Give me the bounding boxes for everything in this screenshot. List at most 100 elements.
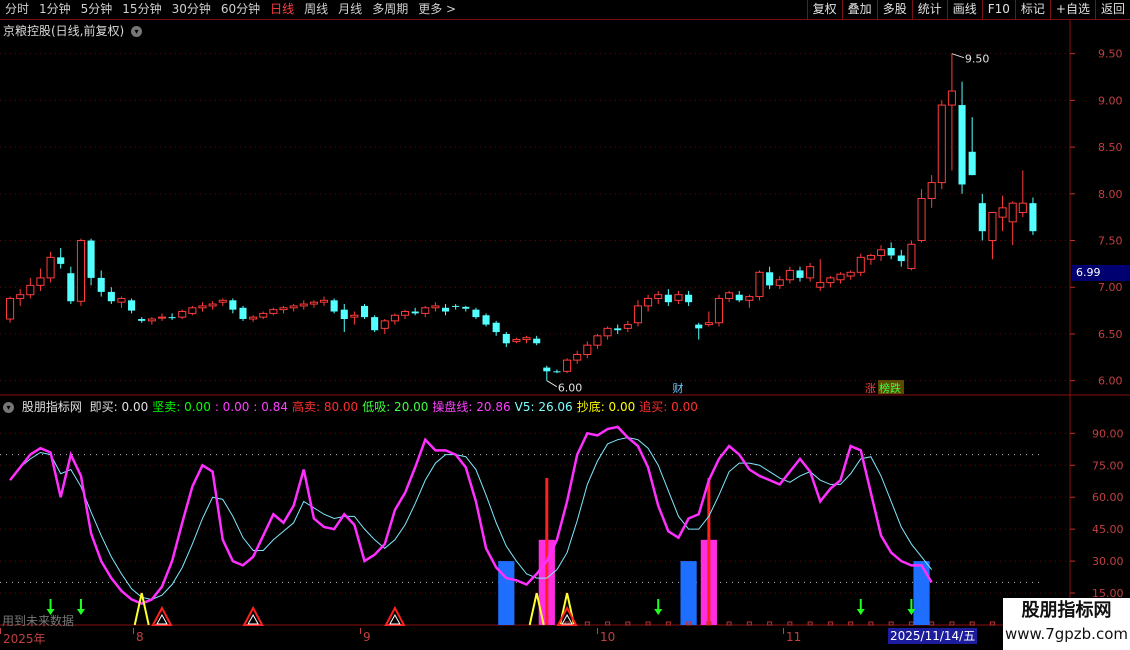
indicator-value-9: 追买: 0.00 — [639, 400, 698, 414]
price-tick-label: 7.00 — [1098, 281, 1123, 294]
candle-body — [533, 338, 541, 344]
candle-body — [330, 300, 338, 312]
indicator-value-0: 即买: 0.00 — [89, 400, 149, 414]
price-tick-label: 8.50 — [1098, 141, 1123, 154]
candle-body — [147, 318, 156, 322]
candle-body — [968, 151, 976, 176]
candle-body — [1029, 203, 1037, 232]
period-tab-0[interactable]: 分时 — [0, 0, 34, 19]
indicator-value-4: 高卖: 80.00 — [291, 400, 359, 414]
candle-body — [674, 294, 683, 301]
candle-body — [623, 324, 632, 329]
candle-body — [421, 307, 430, 314]
baseline-blip — [726, 621, 732, 626]
candle-body — [239, 307, 247, 319]
time-axis-tick — [783, 628, 784, 634]
indicator-value-8: 抄底: 0.00 — [576, 400, 636, 414]
tool-button-2[interactable]: 多股 — [876, 0, 912, 19]
candle-body — [664, 294, 672, 303]
candle-body — [543, 367, 551, 372]
candle-body — [411, 311, 419, 314]
candle-body — [400, 311, 410, 316]
candle-body — [97, 277, 105, 292]
indicator-tick-label: 60.00 — [1092, 491, 1124, 504]
period-tab-3[interactable]: 15分钟 — [117, 0, 166, 19]
indicator-tick-label: 45.00 — [1092, 523, 1124, 536]
baseline-blip — [767, 621, 773, 626]
candle-body — [117, 297, 126, 303]
chart-canvas: 9.50 9.00 8.50 8.00 7.50 7.00 6.50 6.00 90.00 75.… — [0, 20, 1130, 628]
candle-body — [309, 301, 318, 305]
future-data-note: 用到未来数据 — [2, 614, 75, 628]
marker-bangdie: 榜跌 — [879, 381, 901, 395]
tool-button-3[interactable]: 统计 — [911, 0, 947, 19]
baseline-blip — [949, 621, 955, 626]
candle-body — [766, 272, 774, 286]
candle-body — [1018, 202, 1027, 214]
candle-body — [654, 294, 663, 299]
candle-body — [441, 307, 450, 312]
tool-button-0[interactable]: 复权 — [806, 0, 842, 19]
period-tab-1[interactable]: 1分钟 — [34, 0, 76, 19]
candle-body — [887, 248, 895, 256]
current-price-tag: 6.99 — [1072, 265, 1130, 281]
candle-body — [472, 309, 480, 318]
candle-body — [178, 311, 187, 318]
indicator-tick-label: 90.00 — [1092, 427, 1124, 440]
candle-body — [482, 315, 490, 325]
time-axis-label: 2025年 — [3, 632, 46, 646]
candle-body — [16, 294, 25, 299]
tool-button-7[interactable]: +自选 — [1049, 0, 1095, 19]
v5-line — [9, 437, 933, 600]
high-pointer — [951, 53, 965, 59]
baseline-blip — [625, 621, 631, 626]
tool-button-8[interactable]: 返回 — [1094, 0, 1130, 19]
period-tab-5[interactable]: 60分钟 — [216, 0, 265, 19]
chevron-down-icon[interactable]: ▾ — [3, 402, 14, 413]
candle-body — [856, 256, 865, 273]
candle-body — [431, 305, 440, 309]
candle-body — [563, 359, 572, 372]
indicator-value-2: : 0.00 — [214, 400, 250, 414]
time-axis-label: 8 — [136, 630, 144, 644]
candle-body — [319, 299, 329, 303]
candle-body — [998, 207, 1007, 218]
candle-body — [289, 305, 298, 309]
candle-body — [583, 344, 592, 356]
period-tab-4[interactable]: 30分钟 — [167, 0, 216, 19]
blue-bar — [680, 561, 697, 625]
time-axis-label: 11 — [786, 630, 802, 644]
selected-date: 2025/11/14/五 — [888, 628, 978, 644]
time-axis-label: 9 — [363, 630, 371, 644]
period-tab-7[interactable]: 周线 — [299, 0, 333, 19]
tool-button-5[interactable]: F10 — [981, 0, 1015, 19]
price-tick-label: 6.50 — [1098, 328, 1123, 341]
indicator-title: ▾ 股朋指标网 即买: 0.00 坚卖: 0.00: 0.00: 0.84 高卖: … — [3, 398, 706, 415]
period-tab-10[interactable]: 更多 > — [413, 0, 461, 19]
candle-body — [249, 316, 258, 320]
period-tab-8[interactable]: 月线 — [333, 0, 367, 19]
indicator-value-7: V5: 26.06 — [514, 400, 573, 414]
tool-button-6[interactable]: 标记 — [1014, 0, 1050, 19]
candle-body — [452, 305, 460, 307]
candle-body — [947, 90, 956, 106]
candle-body — [806, 266, 815, 279]
baseline-blip — [848, 621, 854, 626]
period-tab-6[interactable]: 日线 — [265, 0, 299, 19]
candle-body — [614, 328, 622, 331]
tool-button-4[interactable]: 画线 — [946, 0, 982, 19]
period-tab-2[interactable]: 5分钟 — [76, 0, 118, 19]
baseline-blip — [827, 621, 833, 626]
candle-body — [553, 371, 561, 373]
candle-body — [685, 294, 693, 303]
candle-body — [876, 249, 886, 256]
baseline-blip — [584, 621, 590, 626]
tool-button-1[interactable]: 叠加 — [841, 0, 877, 19]
indicator-value-5: 低吸: 20.00 — [362, 400, 429, 414]
baseline-blip — [929, 621, 935, 626]
candle-body — [188, 307, 197, 314]
candle-body — [866, 254, 875, 260]
candle-body — [350, 314, 359, 318]
period-tab-9[interactable]: 多周期 — [367, 0, 413, 19]
indicator-values: 即买: 0.00 坚卖: 0.00: 0.00: 0.84 高卖: 80.00 低吸:… — [90, 400, 702, 414]
